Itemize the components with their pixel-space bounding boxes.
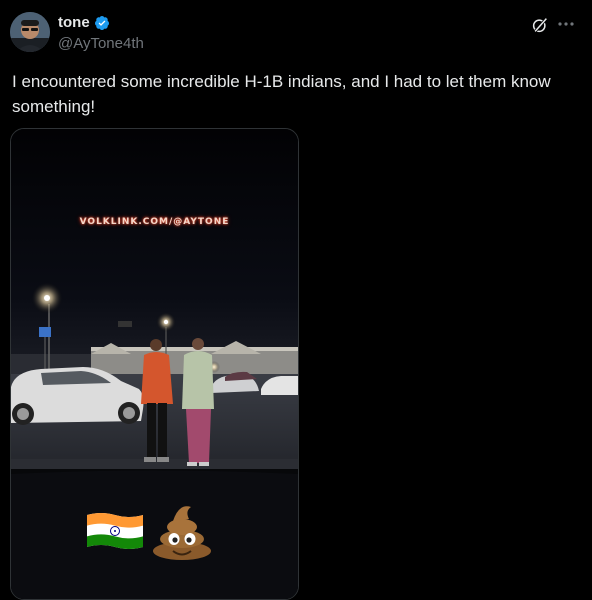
pile-of-poo-icon [153,506,211,560]
verified-badge-icon [94,15,109,30]
tweet-video[interactable]: VOLKLINK.COM/@AYTONE [10,128,299,600]
grok-icon[interactable] [531,16,549,34]
author-name-row[interactable]: tone [58,14,110,31]
avatar[interactable] [10,12,50,52]
more-dots-icon[interactable] [556,14,576,34]
india-flag-icon [87,513,143,549]
tweet-text: I encountered some incredible H-1B india… [12,72,551,116]
video-watermark: VOLKLINK.COM/@AYTONE [79,217,230,227]
avatar-photo-icon [10,12,50,52]
author-name[interactable]: tone [58,14,90,31]
author-handle[interactable]: @AyTone4th [58,35,144,52]
overlay-emojis [11,501,298,571]
